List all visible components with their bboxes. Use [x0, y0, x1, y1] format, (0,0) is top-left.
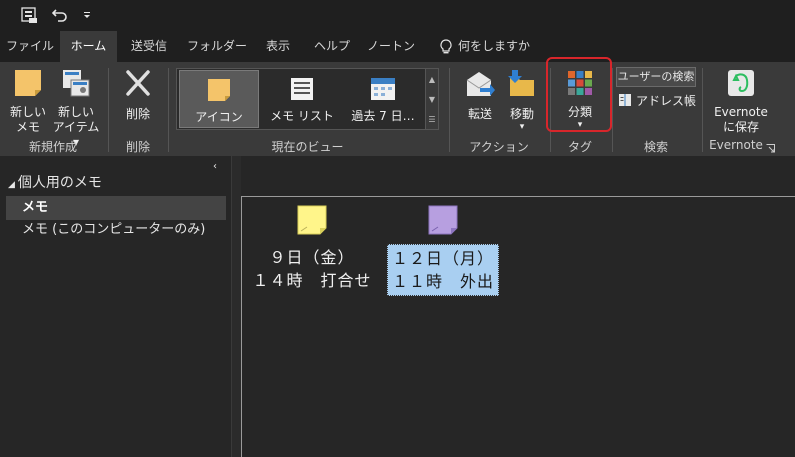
pane-splitter[interactable]: [231, 156, 241, 457]
gallery-scroll-up[interactable]: ▲: [425, 69, 438, 89]
ribbon-home: 新しい メモ 新しい アイテム ▾ 新規作成 削除 削除 アイコン メモ リスト…: [0, 62, 795, 156]
note-item[interactable]: ９日（金） １４時 打合せ: [250, 205, 374, 294]
move-label: 移動: [509, 107, 534, 121]
tab-folder[interactable]: フォルダー: [181, 31, 253, 62]
gallery-scroll-down[interactable]: ▼: [425, 89, 438, 109]
group-label-actions: アクション: [469, 140, 529, 154]
evernote-icon: [726, 68, 756, 102]
tab-home[interactable]: ホーム: [60, 31, 117, 62]
tab-send-receive[interactable]: 送受信: [117, 31, 181, 62]
customize-dropdown-icon[interactable]: [80, 5, 94, 25]
evernote-label-1: Evernote: [714, 105, 768, 119]
folder-pane: ‹ ◢ 個人用のメモ メモ メモ (このコンピューターのみ): [0, 156, 231, 457]
notes-view: ９日（金） １４時 打合せ １２日（月） １１時 外出: [241, 196, 795, 457]
ribbon-tabs: ファイル ホーム 送受信 フォルダー 表示 ヘルプ ノートン 何をしますか: [0, 31, 795, 62]
current-view-gallery: アイコン メモ リスト 過去 7 日… ▲ ▼ ☰: [176, 68, 439, 130]
address-book-label: アドレス帳: [636, 93, 697, 108]
view-last-7-days-option[interactable]: 過去 7 日…: [343, 70, 423, 128]
note-icon: [206, 77, 232, 106]
lightbulb-icon: [432, 31, 460, 62]
forward-label: 転送: [467, 107, 492, 121]
forward-icon: [464, 68, 496, 104]
dialog-launcher-icon[interactable]: [766, 142, 775, 153]
note-line-2: １４時 打合せ: [252, 271, 372, 290]
delete-label: 削除: [125, 107, 150, 121]
tab-help[interactable]: ヘルプ: [303, 31, 361, 62]
my-notes-header[interactable]: ◢ 個人用のメモ: [8, 172, 102, 194]
nav-item-notes-this-computer[interactable]: メモ (このコンピューターのみ): [6, 218, 226, 242]
note-line-1: ９日（金）: [269, 248, 355, 267]
group-label-evernote: Evernote: [709, 138, 763, 152]
sticky-note-icon: [297, 205, 327, 238]
undo-icon[interactable]: [50, 5, 70, 25]
new-note-label-2: メモ: [15, 120, 40, 134]
tab-norton[interactable]: ノートン: [361, 31, 421, 62]
evernote-label-2: に保存: [722, 120, 759, 134]
view-icon-option[interactable]: アイコン: [179, 70, 259, 128]
sticky-note-icon: [428, 205, 458, 238]
view-note-list-option[interactable]: メモ リスト: [263, 70, 341, 128]
nav-item-notes[interactable]: メモ: [6, 196, 226, 220]
note-line-1: １２日（月）: [391, 249, 494, 268]
address-book-button[interactable]: アドレス帳: [618, 91, 696, 109]
new-note-label-1: 新しい: [9, 105, 46, 119]
group-label-new: 新規作成: [28, 140, 77, 154]
new-items-label-1: 新しい: [57, 105, 94, 119]
group-label-tags: タグ: [567, 140, 592, 154]
note-text: １２日（月） １１時 外出: [386, 244, 499, 296]
move-button[interactable]: 移動 ▾: [502, 68, 542, 132]
list-icon: [289, 76, 315, 105]
forward-button[interactable]: 転送: [458, 68, 502, 122]
calendar-icon: [369, 76, 397, 105]
new-note-button[interactable]: 新しい メモ: [8, 68, 48, 135]
group-label-current-view: 現在のビュー: [271, 140, 344, 154]
note-text: ９日（金） １４時 打合せ: [249, 244, 376, 294]
group-separator: [449, 68, 450, 152]
new-items-icon: [61, 68, 91, 102]
tell-me-search[interactable]: 何をしますか: [458, 31, 530, 62]
view-last-7-days-label: 過去 7 日…: [351, 109, 415, 123]
note-item-selected[interactable]: １２日（月） １１時 外出: [378, 205, 508, 296]
categorize-highlight-box: [546, 57, 612, 132]
expand-triangle-icon: ◢: [8, 180, 15, 190]
tab-file[interactable]: ファイル: [0, 31, 60, 62]
tab-view[interactable]: 表示: [253, 31, 303, 62]
view-icon-label: アイコン: [195, 110, 243, 124]
save-to-evernote-button[interactable]: Evernote に保存: [708, 68, 774, 135]
move-dropdown-icon: ▾: [519, 122, 525, 132]
collapse-pane-icon[interactable]: ‹: [213, 161, 217, 172]
group-label-delete: 削除: [125, 140, 150, 154]
delete-x-icon: [122, 68, 154, 104]
group-separator: [108, 68, 109, 152]
search-people-input[interactable]: ユーザーの検索: [616, 67, 696, 87]
delete-button[interactable]: 削除: [116, 68, 160, 122]
quick-access-toolbar: [0, 0, 795, 31]
group-separator: [168, 68, 169, 152]
move-folder-icon: [506, 68, 538, 104]
content-header: [241, 156, 795, 196]
note-icon: [13, 68, 43, 102]
group-separator: [702, 68, 703, 152]
gallery-expand[interactable]: ☰: [425, 109, 438, 129]
my-notes-header-label: 個人用のメモ: [17, 175, 102, 191]
address-book-icon: [618, 93, 632, 107]
note-line-2: １１時 外出: [391, 272, 494, 291]
group-label-search: 検索: [643, 140, 668, 154]
view-note-list-label: メモ リスト: [270, 109, 334, 123]
send-receive-icon[interactable]: [18, 5, 40, 25]
